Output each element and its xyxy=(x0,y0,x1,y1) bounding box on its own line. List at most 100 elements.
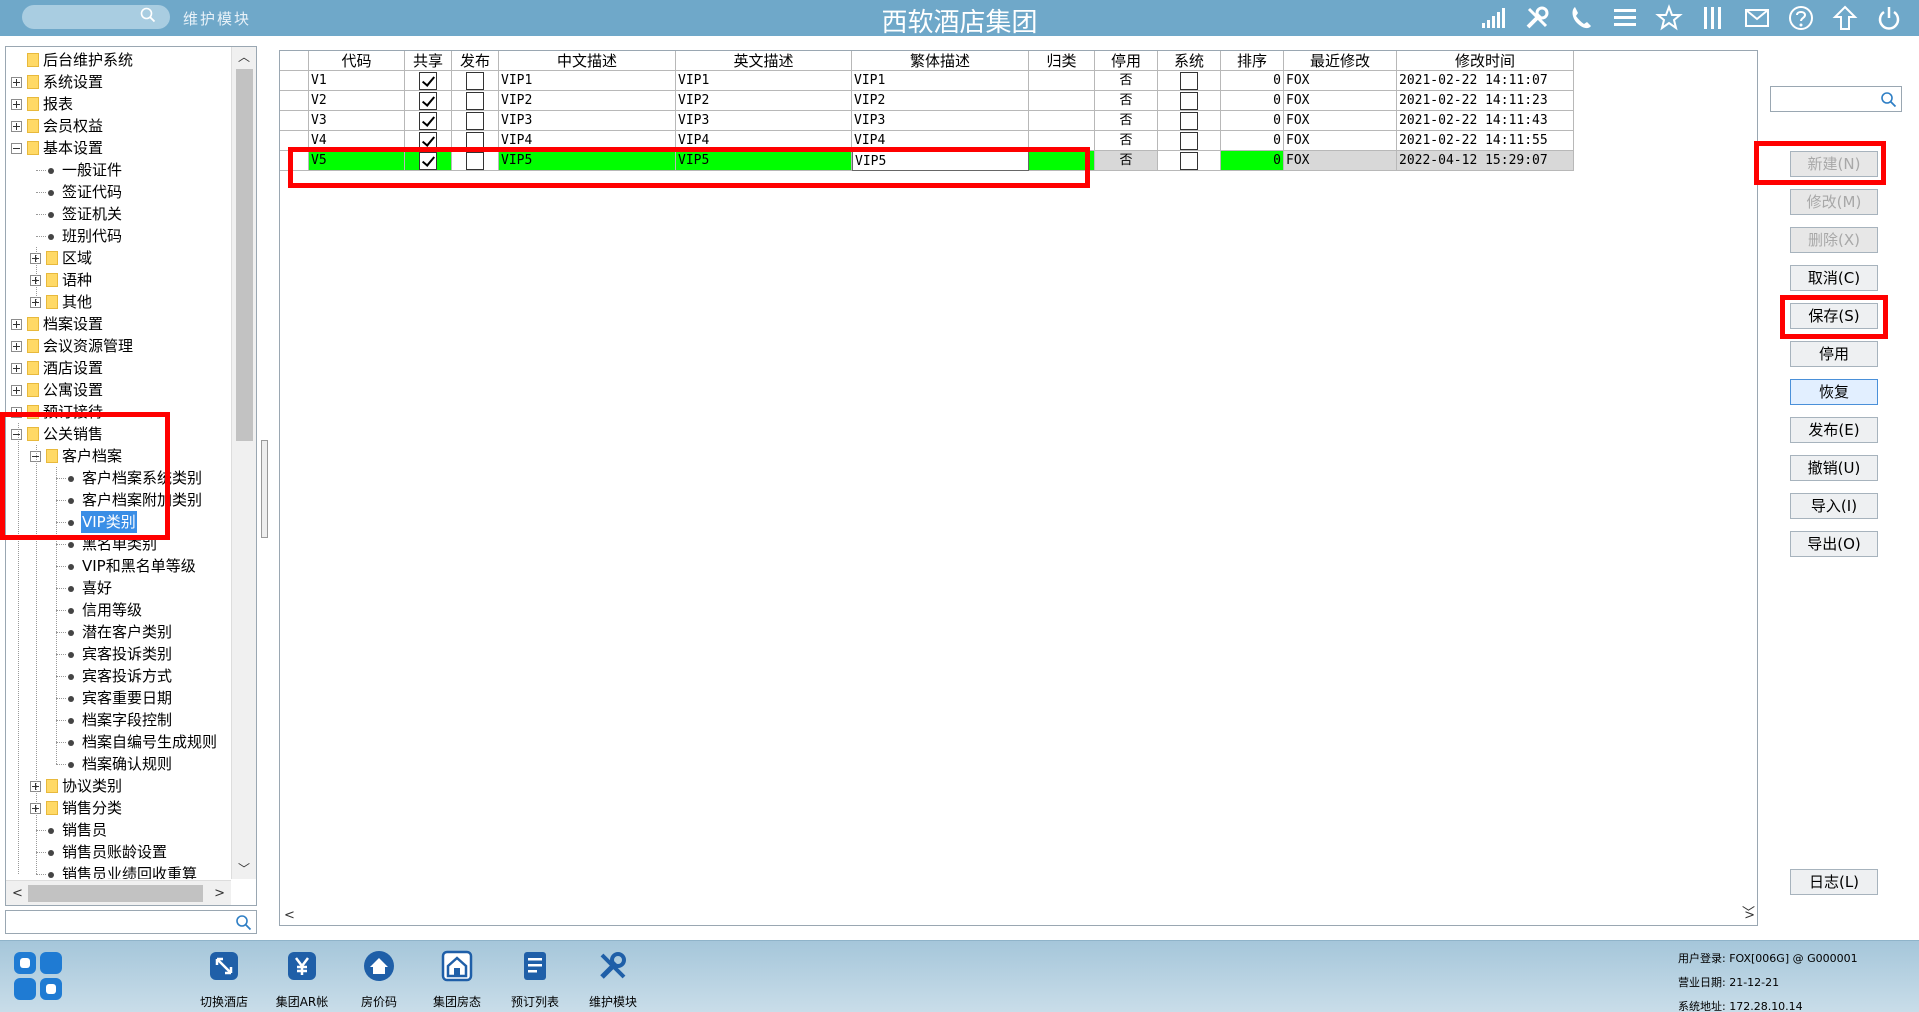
tree-search-input[interactable] xyxy=(5,910,257,934)
tree-node-label[interactable]: 会员权益 xyxy=(42,115,104,137)
cell-system[interactable] xyxy=(1158,151,1221,171)
expand-icon[interactable] xyxy=(11,319,22,330)
tree-node-label[interactable]: 宾客重要日期 xyxy=(81,687,173,709)
cell-disabled[interactable]: 否 xyxy=(1095,131,1158,151)
tree-node[interactable]: 档案自编号生成规则 xyxy=(6,731,231,753)
new-button[interactable]: 新建(N) xyxy=(1790,151,1878,177)
tree-node-label[interactable]: 喜好 xyxy=(81,577,113,599)
cell-en[interactable]: VIP5 xyxy=(676,151,852,171)
tree-node-label[interactable]: 宾客投诉类别 xyxy=(81,643,173,665)
cell-code[interactable]: V4 xyxy=(309,131,405,151)
column-header[interactable]: 共享 xyxy=(405,51,452,71)
cell-publish[interactable] xyxy=(452,151,499,171)
booking-list-icon[interactable] xyxy=(518,949,552,983)
tree-node[interactable]: 宾客投诉类别 xyxy=(6,643,231,665)
tree-node-label[interactable]: 系统设置 xyxy=(42,71,104,93)
tree-node-label[interactable]: 黑名单类别 xyxy=(81,533,158,555)
tree-node-label[interactable]: 区域 xyxy=(61,247,93,269)
taskbar-item[interactable]: 集团房态 xyxy=(418,949,496,1010)
tree-node-label[interactable]: 客户档案 xyxy=(61,445,123,467)
tree-node-label[interactable]: 后台维护系统 xyxy=(42,49,134,71)
import-button[interactable]: 导入(I) xyxy=(1790,493,1878,519)
tree-node-label[interactable]: 酒店设置 xyxy=(42,357,104,379)
scroll-down-icon[interactable]: ﹀ xyxy=(238,863,250,875)
tree-node[interactable]: 信用等级 xyxy=(6,599,231,621)
cell-order[interactable]: 0 xyxy=(1221,71,1284,91)
tree-node[interactable]: 宾客投诉方式 xyxy=(6,665,231,687)
signal-icon[interactable] xyxy=(1477,3,1509,33)
tree-node[interactable]: 销售员业绩回收重算 xyxy=(6,863,231,879)
cell-disabled[interactable]: 否 xyxy=(1095,111,1158,131)
scroll-up-icon[interactable]: ︿ xyxy=(238,51,250,63)
cell-code[interactable]: V3 xyxy=(309,111,405,131)
tree-node[interactable]: 基本设置 xyxy=(6,137,231,159)
tree-node-label[interactable]: VIP和黑名单等级 xyxy=(81,555,197,577)
tree-node-label[interactable]: 客户档案系统类别 xyxy=(81,467,203,489)
cell-disabled[interactable]: 否 xyxy=(1095,91,1158,111)
cell-system[interactable] xyxy=(1158,111,1221,131)
scroll-right-icon[interactable]: > xyxy=(1744,908,1755,923)
start-logo-icon[interactable] xyxy=(10,948,68,1006)
checkbox-publish[interactable] xyxy=(466,92,484,110)
cell-share[interactable] xyxy=(405,111,452,131)
tree-node-label[interactable]: 一般证件 xyxy=(61,159,123,181)
cell-cat[interactable] xyxy=(1029,111,1095,131)
tree-node-label[interactable]: VIP类别 xyxy=(81,511,137,533)
cell-en[interactable]: VIP3 xyxy=(676,111,852,131)
cell-tw[interactable]: VIP4 xyxy=(852,131,1029,151)
cell-modifier[interactable]: FOX xyxy=(1284,71,1397,91)
tree-node[interactable]: 档案设置 xyxy=(6,313,231,335)
cell-publish[interactable] xyxy=(452,131,499,151)
checkbox-share[interactable] xyxy=(419,72,437,90)
cell-share[interactable] xyxy=(405,131,452,151)
phone-icon[interactable] xyxy=(1565,3,1597,33)
tree-node[interactable]: 系统设置 xyxy=(6,71,231,93)
search-icon[interactable] xyxy=(1880,91,1897,108)
checkbox-system[interactable] xyxy=(1180,92,1198,110)
cell-order[interactable]: 0 xyxy=(1221,131,1284,151)
tree-node-label[interactable]: 签证代码 xyxy=(61,181,123,203)
tools-icon[interactable] xyxy=(596,949,630,983)
checkbox-publish[interactable] xyxy=(466,112,484,130)
tree-horizontal-scrollbar[interactable]: < > xyxy=(6,880,231,905)
tree-node[interactable]: 协议类别 xyxy=(6,775,231,797)
tree-node[interactable]: 其他 xyxy=(6,291,231,313)
tree-node-label[interactable]: 预订接待 xyxy=(42,401,104,423)
tree-node-label[interactable]: 潜在客户类别 xyxy=(81,621,173,643)
tree-node-label[interactable]: 报表 xyxy=(42,93,74,115)
cell-cat[interactable] xyxy=(1029,151,1095,171)
cell-share[interactable] xyxy=(405,71,452,91)
house-icon[interactable] xyxy=(362,949,396,983)
tree-node[interactable]: 黑名单类别 xyxy=(6,533,231,555)
cell-cn[interactable]: VIP3 xyxy=(499,111,676,131)
tree-node-label[interactable]: 销售员业绩回收重算 xyxy=(61,863,198,879)
tree-node-label[interactable]: 销售员账龄设置 xyxy=(61,841,168,863)
expand-icon[interactable] xyxy=(11,99,22,110)
cell-modifier[interactable]: FOX xyxy=(1284,151,1397,171)
checkbox-system[interactable] xyxy=(1180,72,1198,90)
tree-node[interactable]: 会员权益 xyxy=(6,115,231,137)
cell-cn[interactable]: VIP2 xyxy=(499,91,676,111)
tree-node-label[interactable]: 协议类别 xyxy=(61,775,123,797)
cell-disabled[interactable]: 否 xyxy=(1095,151,1158,171)
tree-node-label[interactable]: 宾客投诉方式 xyxy=(81,665,173,687)
taskbar-item[interactable]: 房价码 xyxy=(340,949,418,1010)
export-button[interactable]: 导出(O) xyxy=(1790,531,1878,557)
scroll-right-icon[interactable]: > xyxy=(214,886,225,901)
taskbar-item[interactable]: 预订列表 xyxy=(496,949,574,1010)
tree-node[interactable]: 班别代码 xyxy=(6,225,231,247)
search-icon[interactable] xyxy=(235,914,252,931)
cell-order[interactable]: 0 xyxy=(1221,91,1284,111)
tree-node[interactable]: 语种 xyxy=(6,269,231,291)
tree-node[interactable]: 喜好 xyxy=(6,577,231,599)
tree-node[interactable]: 销售员 xyxy=(6,819,231,841)
tree-node[interactable]: 区域 xyxy=(6,247,231,269)
disable-button[interactable]: 停用 xyxy=(1790,341,1878,367)
column-header[interactable]: 最近修改 xyxy=(1284,51,1397,71)
tree-vertical-scrollbar[interactable]: ︿ ﹀ xyxy=(231,47,256,879)
tree-node-label[interactable]: 会议资源管理 xyxy=(42,335,134,357)
tree-node[interactable]: VIP和黑名单等级 xyxy=(6,555,231,577)
tree-node[interactable]: 公寓设置 xyxy=(6,379,231,401)
tree-node[interactable]: 预订接待 xyxy=(6,401,231,423)
tree-node-label[interactable]: 档案确认规则 xyxy=(81,753,173,775)
